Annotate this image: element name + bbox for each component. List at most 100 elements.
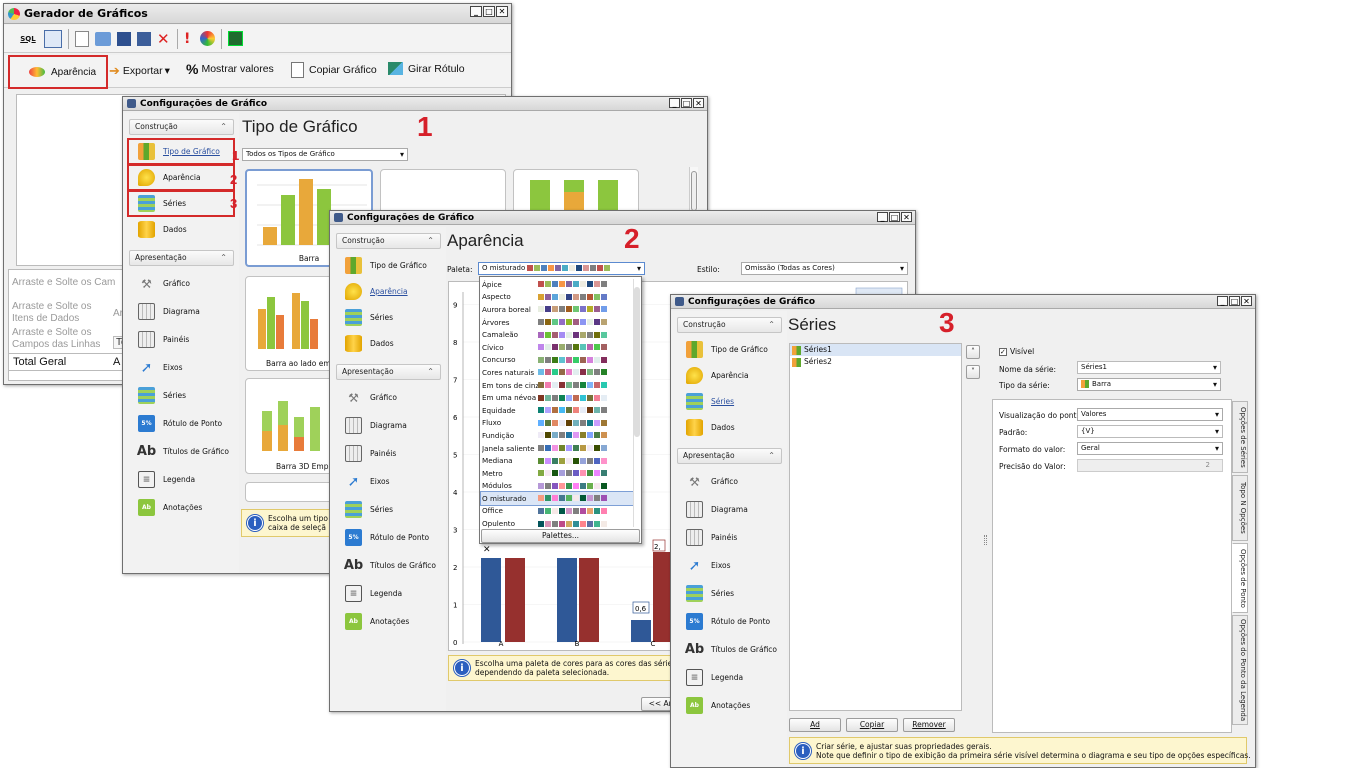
tab-opcoes-legenda[interactable]: Opções do Ponto da Legenda: [1232, 615, 1248, 725]
apresentacao-header[interactable]: Apresentação: [129, 250, 234, 266]
delete-icon[interactable]: ✕: [157, 31, 171, 46]
tab-opcoes-series[interactable]: Opções de Séries: [1232, 401, 1248, 473]
palette-option[interactable]: Ápice: [481, 278, 633, 291]
palette-option[interactable]: Fluxo: [481, 417, 633, 430]
palette-option[interactable]: Em tons de cinza: [481, 379, 633, 392]
sidebar-item-dados[interactable]: Dados: [128, 217, 234, 242]
palette-option[interactable]: Office: [481, 505, 633, 518]
sql-button[interactable]: SQL: [18, 30, 38, 48]
close-button[interactable]: ✕: [1241, 296, 1252, 306]
minimize-button[interactable]: _: [470, 6, 482, 17]
drop-zone-data[interactable]: Arraste e Solte os Itens de Dados: [12, 301, 108, 325]
sidebar-item-pres[interactable]: Ab Títulos de Gráfico: [128, 438, 234, 465]
sidebar-item-pres[interactable]: Séries: [676, 580, 782, 607]
tab-opcoes-ponto[interactable]: Opções de Ponto: [1232, 543, 1248, 613]
sidebar-item-pres[interactable]: Ab Anotações: [676, 692, 782, 719]
paleta-select[interactable]: O misturado: [478, 262, 645, 275]
padrao-input[interactable]: {V}: [1077, 425, 1223, 438]
minimize-button[interactable]: _: [1217, 296, 1228, 306]
close-button[interactable]: ✕: [901, 212, 912, 222]
maximize-button[interactable]: □: [889, 212, 900, 222]
palette-option[interactable]: Fundição: [481, 429, 633, 442]
sidebar-item-aparencia[interactable]: Aparência: [676, 363, 782, 388]
new-icon[interactable]: [75, 30, 89, 47]
thumb-partial[interactable]: [245, 482, 335, 502]
series-item[interactable]: Séries1: [790, 344, 961, 356]
thumb-bar-side[interactable]: Barra ao lado emp: [245, 276, 335, 371]
open-icon[interactable]: [95, 31, 111, 46]
close-button[interactable]: ✕: [496, 6, 508, 17]
sidebar-item-pres[interactable]: Painéis: [128, 326, 234, 353]
sidebar-item-series[interactable]: Séries: [335, 305, 441, 330]
sidebar-item-pres[interactable]: Séries: [335, 496, 441, 523]
sidebar-item-dados[interactable]: Dados: [335, 331, 441, 356]
palette-icon[interactable]: [200, 31, 215, 46]
palette-option[interactable]: O misturado: [480, 491, 634, 506]
sidebar-item-pres[interactable]: Painéis: [335, 440, 441, 467]
exportar-button[interactable]: ➔ Exportar ▾: [109, 63, 170, 79]
visivel-checkbox[interactable]: ✓ Visível: [999, 347, 1034, 356]
sidebar-item-pres[interactable]: Diagrama: [335, 412, 441, 439]
sidebar-item-aparencia[interactable]: Aparência: [335, 279, 441, 304]
series-item[interactable]: Séries2: [790, 356, 961, 368]
sidebar-item-tipo[interactable]: Tipo de Gráfico: [335, 253, 441, 278]
sidebar-item-tipo[interactable]: Tipo de Gráfico: [127, 138, 235, 165]
maximize-button[interactable]: □: [681, 98, 692, 108]
sidebar-item-pres[interactable]: 5% Rótulo de Ponto: [128, 410, 234, 437]
maximize-button[interactable]: □: [1229, 296, 1240, 306]
sidebar-item-pres[interactable]: Painéis: [676, 524, 782, 551]
palette-option[interactable]: Metro: [481, 467, 633, 480]
palette-option[interactable]: Opulento: [481, 517, 633, 530]
precisao-spinner[interactable]: 2: [1077, 459, 1223, 472]
remove-series-button[interactable]: Remover: [903, 718, 955, 732]
palette-option[interactable]: Em uma névoa: [481, 391, 633, 404]
formato-select[interactable]: Geral: [1077, 442, 1223, 455]
add-series-button[interactable]: Ad: [789, 718, 841, 732]
construcao-header[interactable]: Construção: [129, 119, 234, 135]
sidebar-item-pres[interactable]: Ab Anotações: [335, 608, 441, 635]
palette-option[interactable]: Módulos: [481, 480, 633, 493]
sidebar-item-dados[interactable]: Dados: [676, 415, 782, 440]
palettes-button[interactable]: Palettes...: [481, 529, 640, 543]
sidebar-item-pres[interactable]: ➚ Eixos: [676, 552, 782, 579]
drop-zone-columns[interactable]: Arraste e Solte os Cam: [12, 277, 124, 291]
minimize-button[interactable]: _: [877, 212, 888, 222]
close-button[interactable]: ✕: [693, 98, 704, 108]
palette-option[interactable]: Mediana: [481, 454, 633, 467]
drop-zone-rows[interactable]: Arraste e Solte os Campos das Linhas: [12, 327, 108, 351]
copy-series-button[interactable]: Copiar: [846, 718, 898, 732]
sidebar-item-pres[interactable]: ➚ Eixos: [128, 354, 234, 381]
scrollbar-thumb[interactable]: [691, 171, 697, 211]
apresentacao-header[interactable]: Apresentação: [336, 364, 441, 380]
sidebar-item-pres[interactable]: 5% Rótulo de Ponto: [335, 524, 441, 551]
tab-topo-n[interactable]: Topo N Opções: [1232, 475, 1248, 541]
sidebar-item-pres[interactable]: Diagrama: [676, 496, 782, 523]
palette-option[interactable]: Cívico: [481, 341, 633, 354]
chart-type-filter[interactable]: Todos os Tipos de Gráfico: [242, 148, 408, 161]
apresentacao-header[interactable]: Apresentação: [677, 448, 782, 464]
thumb-bar-3d[interactable]: Barra 3D Empill: [245, 378, 335, 474]
palette-option[interactable]: Equidade: [481, 404, 633, 417]
export-excel-icon[interactable]: [228, 31, 243, 46]
sidebar-item-series[interactable]: Séries: [127, 190, 235, 217]
move-down-button[interactable]: ˅: [966, 365, 980, 379]
palette-option[interactable]: Aspecto: [481, 291, 633, 304]
construcao-header[interactable]: Construção: [677, 317, 782, 333]
sidebar-item-pres[interactable]: ⚒ Gráfico: [335, 384, 441, 411]
sidebar-item-pres[interactable]: Ab Anotações: [128, 494, 234, 521]
sidebar-item-pres[interactable]: Ab Títulos de Gráfico: [335, 552, 441, 579]
copiar-grafico-button[interactable]: Copiar Gráfico: [291, 62, 377, 78]
construcao-header[interactable]: Construção: [336, 233, 441, 249]
sidebar-item-pres[interactable]: ≡ Legenda: [676, 664, 782, 691]
sidebar-item-pres[interactable]: ≡ Legenda: [335, 580, 441, 607]
chart-toggle-button[interactable]: [44, 29, 62, 48]
palette-close-button[interactable]: ✕: [483, 545, 491, 555]
nome-input[interactable]: Séries1: [1077, 361, 1221, 374]
sidebar-item-pres[interactable]: Séries: [128, 382, 234, 409]
minimize-button[interactable]: _: [669, 98, 680, 108]
mostrar-valores-button[interactable]: % Mostrar valores: [186, 61, 274, 77]
vis-select[interactable]: Valores: [1077, 408, 1223, 421]
estilo-select[interactable]: Omissão (Todas as Cores): [741, 262, 908, 275]
palette-option[interactable]: Árvores: [481, 316, 633, 329]
alert-icon[interactable]: !: [184, 31, 194, 47]
